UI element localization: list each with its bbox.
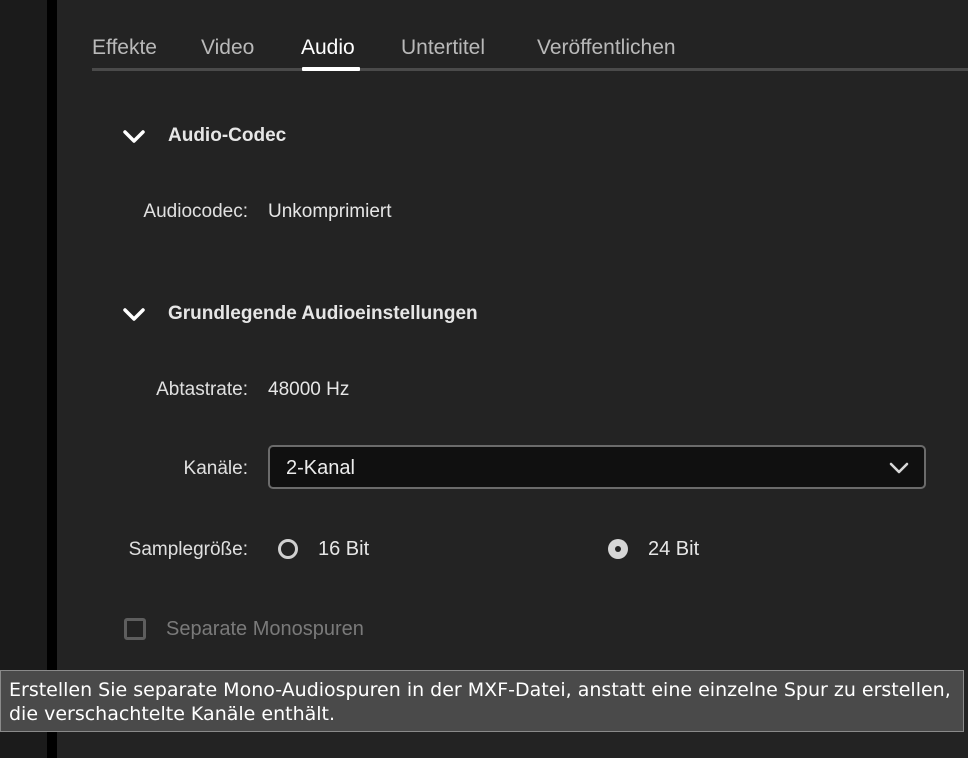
separate-mono-tracks-checkbox[interactable] (124, 618, 146, 640)
sample-size-16bit-radio[interactable] (278, 539, 298, 559)
audio-codec-section-header[interactable]: Audio-Codec (120, 121, 286, 151)
channels-select-value: 2-Kanal (286, 457, 355, 479)
tab-audio[interactable]: Audio (301, 30, 355, 70)
tab-bar: Effekte Video Audio Untertitel Veröffent… (92, 30, 968, 70)
radio-selected-dot (615, 546, 621, 552)
chevron-down-icon (123, 130, 145, 143)
tab-video[interactable]: Video (201, 30, 254, 70)
sample-rate-label: Abtastrate: (156, 379, 248, 400)
export-settings-window: Effekte Video Audio Untertitel Veröffent… (0, 0, 968, 758)
basic-audio-section-header[interactable]: Grundlegende Audioeinstellungen (120, 299, 478, 329)
tab-effekte[interactable]: Effekte (92, 30, 157, 70)
channels-select[interactable]: 2-Kanal (268, 445, 926, 489)
channels-label: Kanäle: (183, 458, 248, 479)
sample-size-24bit-label[interactable]: 24 Bit (648, 538, 699, 561)
tab-untertitel[interactable]: Untertitel (401, 30, 485, 70)
audiocodec-value: Unkomprimiert (268, 201, 392, 222)
basic-audio-section-title: Grundlegende Audioeinstellungen (168, 303, 478, 324)
chevron-down-icon (889, 462, 909, 474)
sample-rate-value: 48000 Hz (268, 379, 350, 400)
separate-mono-tracks-label: Separate Monospuren (166, 618, 364, 640)
tab-veroeffentlichen[interactable]: Veröffentlichen (537, 30, 676, 70)
audiocodec-label: Audiocodec: (143, 201, 248, 222)
left-panel (0, 0, 47, 758)
tooltip: Erstellen Sie separate Mono-Audiospuren … (0, 670, 964, 732)
sample-size-24bit-radio[interactable] (608, 539, 628, 559)
audio-codec-section-title: Audio-Codec (168, 125, 287, 146)
sample-size-16bit-label[interactable]: 16 Bit (318, 538, 369, 561)
sample-size-label: Samplegröße: (128, 539, 248, 560)
panel-divider[interactable] (47, 0, 57, 758)
chevron-down-icon (123, 308, 145, 321)
